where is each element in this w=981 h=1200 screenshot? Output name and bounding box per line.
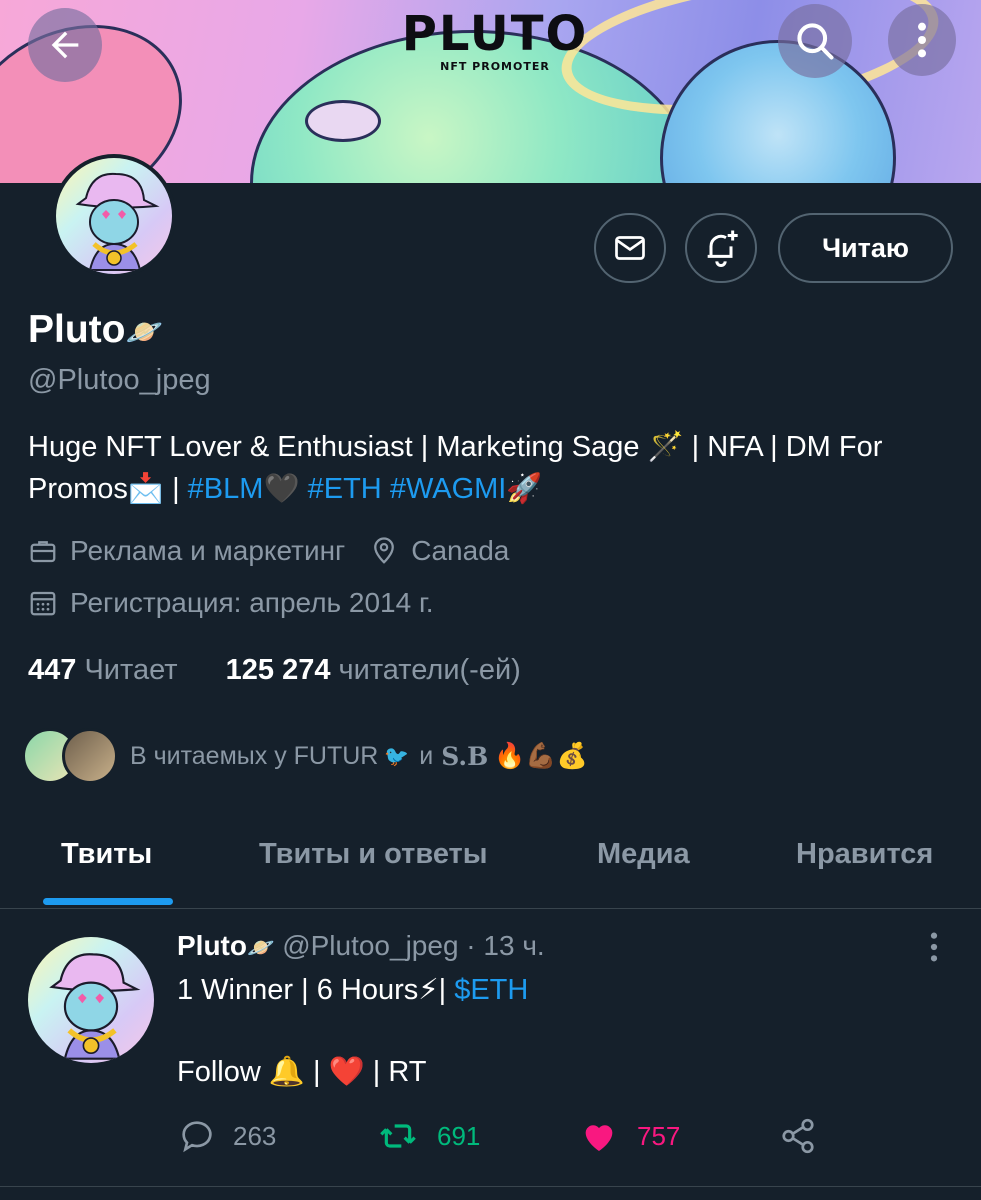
cashtag-eth-link[interactable]: $ETH — [454, 974, 528, 1006]
black-heart-emoji: 🖤 — [263, 473, 300, 505]
following-link[interactable]: 447 Читает — [28, 654, 178, 686]
share-button[interactable] — [779, 1116, 817, 1156]
tweet-more-button[interactable] — [922, 930, 946, 969]
tweet-text-line1: 1 Winner | 6 Hours⚡| $ETH — [177, 972, 528, 1007]
bird-emoji: 🐦 — [384, 745, 410, 768]
retweet-count: 691 — [437, 1120, 481, 1151]
tweet-avatar[interactable] — [28, 937, 154, 1063]
retweet-icon — [380, 1124, 416, 1148]
profile-category: Реклама и маркетинг — [70, 535, 346, 566]
tweet-author-handle[interactable]: @Plutoo_jpeg — [282, 930, 458, 961]
tweet-actions: 263 691 757 — [177, 1116, 837, 1160]
profile-joined-row: Регистрация: апрель 2014 г. — [28, 587, 434, 619]
profile-name-text: Pluto — [28, 308, 126, 351]
avatar-image — [49, 953, 141, 1060]
tweet-text-line2: Follow 🔔 | ❤️ | RT — [177, 1056, 427, 1088]
profile-handle: @Plutoo_jpeg — [28, 364, 211, 396]
heart-icon — [585, 1125, 613, 1151]
notifications-button[interactable] — [685, 213, 757, 283]
reply-button[interactable]: 263 — [177, 1116, 276, 1156]
search-icon — [797, 23, 834, 60]
followed-by-name2: S.B — [441, 741, 489, 771]
followed-by-prefix: В читаемых у FUTUR — [130, 741, 379, 770]
tab-tweets[interactable]: Твиты — [61, 838, 152, 871]
avatar-image — [75, 172, 160, 271]
followers-you-know[interactable]: В читаемых у FUTUR 🐦 и S.B 🔥💪🏾💰 — [22, 728, 588, 784]
retweet-button[interactable]: 691 — [377, 1116, 480, 1156]
hashtag-blm-link[interactable]: #BLM — [188, 473, 264, 505]
followers-link[interactable]: 125 274 читатели(-ей) — [226, 654, 521, 686]
search-button[interactable] — [778, 4, 852, 78]
profile-location: Canada — [411, 535, 510, 566]
reply-count: 263 — [233, 1120, 277, 1151]
calendar-icon — [30, 591, 56, 616]
tweet-text: 1 Winner | 6 Hours⚡| — [177, 974, 455, 1006]
following-button[interactable]: Читаю — [778, 213, 953, 283]
tab-likes[interactable]: Нравится — [796, 838, 933, 871]
back-button[interactable] — [28, 8, 102, 82]
bell-plus-icon — [707, 230, 738, 267]
tweet-divider — [0, 1186, 981, 1187]
following-label: Читает — [84, 654, 178, 686]
more-button[interactable] — [888, 4, 956, 76]
tab-media[interactable]: Медиа — [597, 838, 690, 871]
following-button-label: Читаю — [822, 232, 909, 263]
profile-avatar[interactable] — [52, 154, 176, 278]
followers-count: 125 274 — [225, 654, 331, 686]
profile-joined: Регистрация: апрель 2014 г. — [70, 587, 434, 618]
following-count: 447 — [28, 654, 77, 686]
active-tab-indicator — [43, 898, 173, 905]
location-icon — [374, 537, 395, 564]
briefcase-icon — [30, 541, 56, 563]
followed-by-emojis: 🔥💪🏾💰 — [494, 741, 588, 770]
followed-by-and: и — [419, 741, 434, 770]
banner-crater — [305, 100, 381, 142]
tab-tweets-replies[interactable]: Твиты и ответы — [259, 838, 488, 871]
mail-icon — [615, 236, 645, 260]
share-icon — [782, 1118, 814, 1154]
hashtag-eth-link[interactable]: #ETH — [308, 473, 382, 505]
followers-label: читатели(-ей) — [338, 654, 521, 686]
more-vertical-icon — [918, 22, 926, 58]
follower-avatar — [62, 728, 118, 784]
hashtag-wagmi-link[interactable]: #WAGMI — [390, 473, 507, 505]
tweet-header: Pluto🪐 @Plutoo_jpeg · 13 ч. — [177, 930, 545, 962]
banner-logo-title: PLUTO — [401, 6, 589, 62]
tweet-author-name[interactable]: Pluto — [177, 930, 247, 961]
planet-emoji: 🪐 — [125, 316, 163, 349]
banner-logo: PLUTO NFT PROMOTER — [385, 8, 605, 73]
like-count: 757 — [637, 1120, 681, 1151]
profile-name: Pluto🪐 — [28, 308, 163, 352]
reply-icon — [182, 1121, 212, 1153]
message-button[interactable] — [594, 213, 666, 283]
profile-meta-row: Реклама и маркетинг Canada — [28, 535, 509, 567]
planet-emoji: 🪐 — [247, 935, 275, 960]
profile-stats: 447 Читает 125 274 читатели(-ей) — [28, 654, 521, 687]
more-vertical-icon — [930, 932, 938, 962]
rocket-emoji: 🚀 — [506, 473, 543, 505]
tweet-timestamp[interactable]: · 13 ч. — [466, 930, 544, 961]
back-arrow-icon — [51, 31, 79, 59]
profile-bio: Huge NFT Lover & Enthusiast | Marketing … — [28, 426, 958, 510]
like-button[interactable]: 757 — [579, 1116, 680, 1156]
profile-tabs: Твиты Твиты и ответы Медиа Нравится — [0, 812, 981, 909]
